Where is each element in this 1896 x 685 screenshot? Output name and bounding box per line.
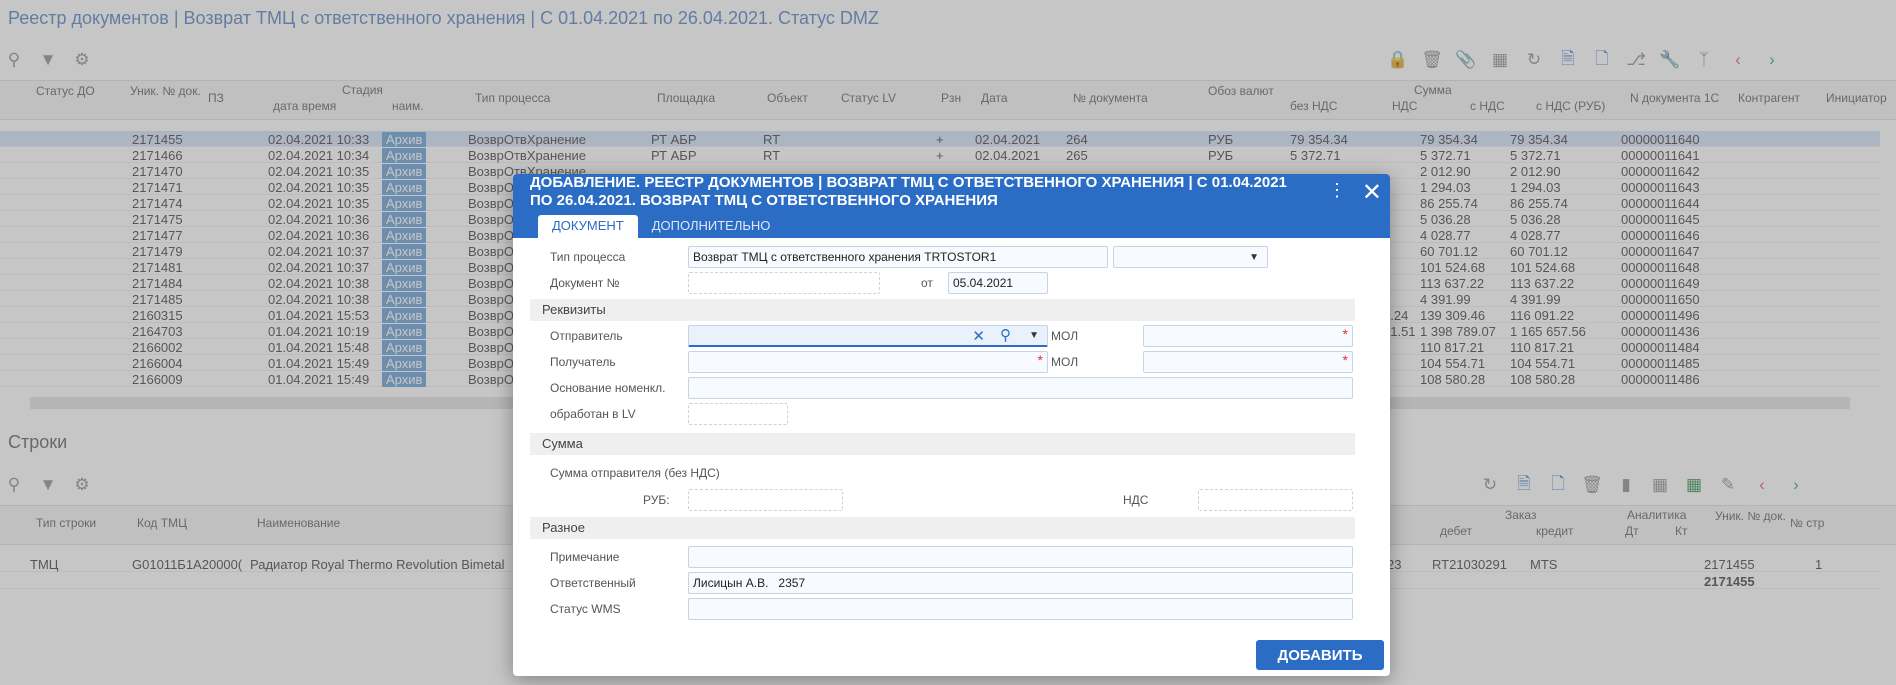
sender-mol-label: МОЛ <box>1051 329 1079 343</box>
dialog-title: ДОБАВЛЕНИЕ. РЕЕСТР ДОКУМЕНТОВ | ВОЗВРАТ … <box>530 174 1287 209</box>
process-type-select[interactable]: ▼ <box>1113 246 1268 268</box>
date-field[interactable]: 05.04.2021 <box>948 272 1048 294</box>
tab-additional[interactable]: ДОПОЛНИТЕЛЬНО <box>638 215 785 238</box>
kebab-menu-icon[interactable]: ⋮ <box>1328 180 1346 201</box>
chevron-down-icon: ▼ <box>1249 252 1259 263</box>
rub-field[interactable] <box>688 489 843 511</box>
basis-label: Основание номенкл. <box>550 381 666 395</box>
close-icon[interactable]: ✕ <box>1362 178 1382 207</box>
document-form: Тип процесса Возврат ТМЦ с ответственног… <box>513 238 1390 676</box>
note-field[interactable] <box>688 546 1353 568</box>
lv-label: обработан в LV <box>550 407 636 421</box>
wms-status-field[interactable] <box>688 598 1353 620</box>
vat-label: НДС <box>1123 493 1149 507</box>
wms-status-label: Статус WMS <box>550 602 621 616</box>
process-type-label: Тип процесса <box>550 250 626 264</box>
add-document-dialog: ДОБАВЛЕНИЕ. РЕЕСТР ДОКУМЕНТОВ | ВОЗВРАТ … <box>513 174 1390 676</box>
add-button[interactable]: ДОБАВИТЬ <box>1256 640 1384 670</box>
sender-label: Отправитель <box>550 329 623 343</box>
group-misc: Разное <box>530 517 1355 539</box>
tab-document[interactable]: ДОКУМЕНТ <box>538 215 638 238</box>
sender-chevron-icon[interactable]: ▼ <box>1029 330 1039 341</box>
doc-no-label: Документ № <box>550 276 620 290</box>
process-type-field[interactable]: Возврат ТМЦ с ответственного хранения TR… <box>688 246 1108 268</box>
receiver-field[interactable]: * <box>688 351 1048 373</box>
sender-field[interactable]: ✕ ⚲ ▼ <box>688 325 1048 347</box>
from-label: от <box>921 276 933 290</box>
group-requisites: Реквизиты <box>530 299 1355 321</box>
clear-icon[interactable]: ✕ <box>972 327 985 345</box>
basis-field[interactable] <box>688 377 1353 399</box>
lv-field[interactable] <box>688 403 788 425</box>
doc-no-field[interactable] <box>688 272 880 294</box>
lookup-search-icon[interactable]: ⚲ <box>1000 326 1011 344</box>
note-label: Примечание <box>550 550 620 564</box>
receiver-mol-label: МОЛ <box>1051 355 1079 369</box>
dialog-tabs: ДОКУМЕНТ ДОПОЛНИТЕЛЬНО <box>513 215 784 238</box>
group-sum: Сумма <box>530 433 1355 455</box>
rub-label: РУБ: <box>643 493 670 507</box>
responsible-label: Ответственный <box>550 576 636 590</box>
sender-mol-field[interactable]: * <box>1143 325 1353 347</box>
receiver-label: Получатель <box>550 355 616 369</box>
responsible-field[interactable]: Лисицын А.В. 2357 <box>688 572 1353 594</box>
receiver-mol-field[interactable]: * <box>1143 351 1353 373</box>
vat-field[interactable] <box>1198 489 1353 511</box>
dialog-header: ДОБАВЛЕНИЕ. РЕЕСТР ДОКУМЕНТОВ | ВОЗВРАТ … <box>513 174 1390 238</box>
sender-sum-label: Сумма отправителя (без НДС) <box>550 466 720 480</box>
